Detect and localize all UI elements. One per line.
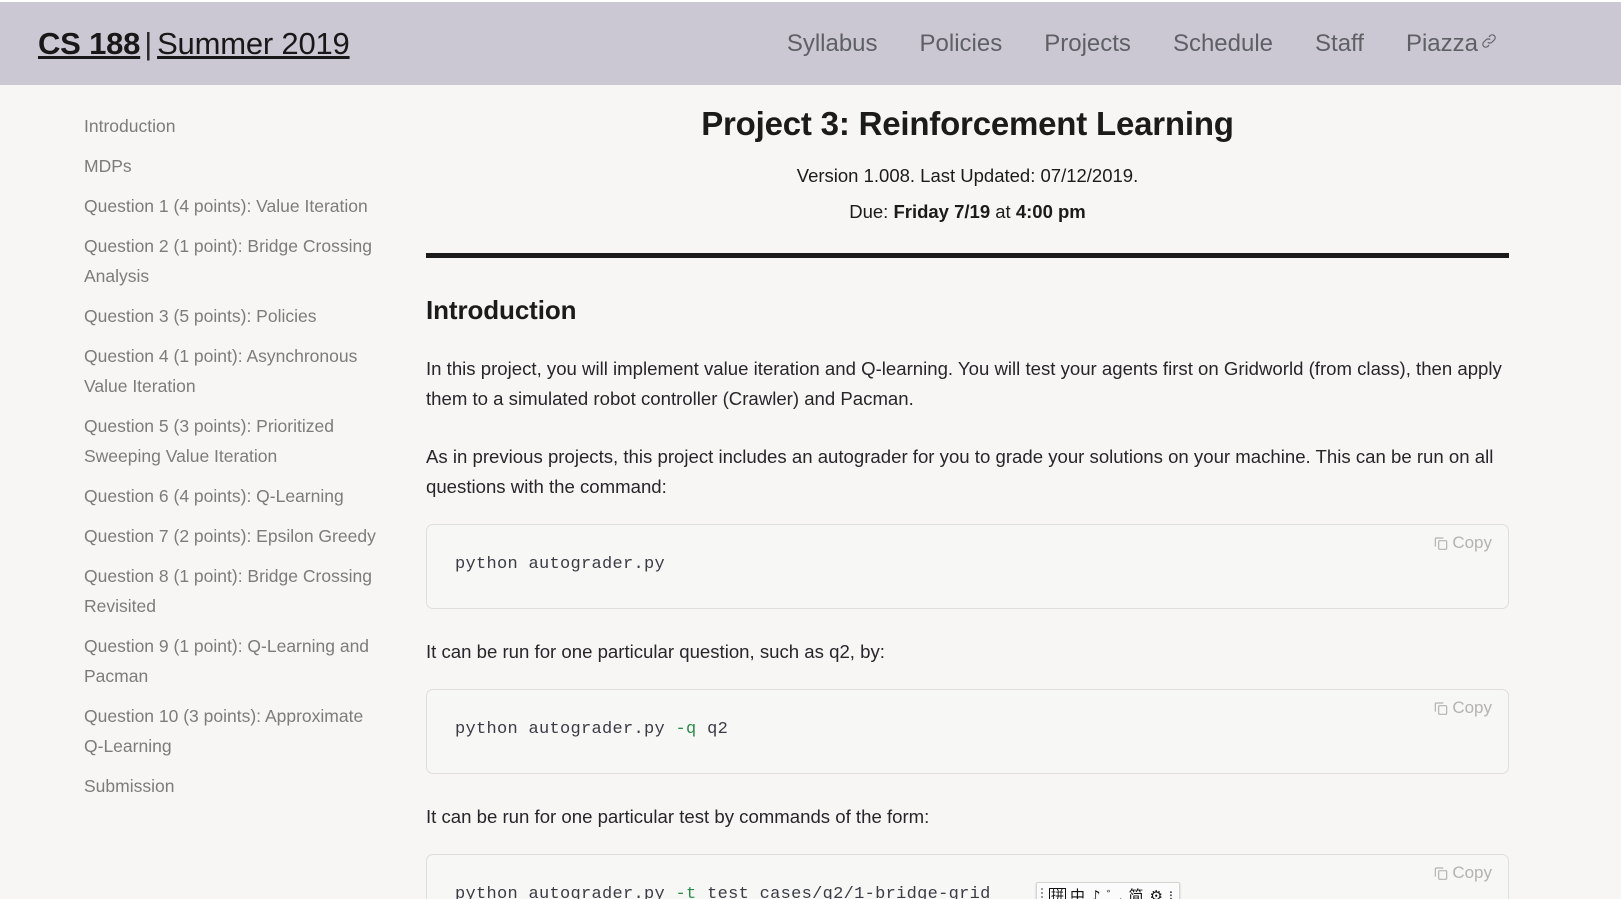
sidebar-table-of-contents: Introduction MDPs Question 1 (4 points):… xyxy=(0,85,418,899)
nav-label-schedule: Schedule xyxy=(1172,29,1274,57)
title-divider xyxy=(426,253,1509,258)
page-title: Project 3: Reinforcement Learning xyxy=(701,105,1234,142)
intro-paragraph-1: In this project, you will implement valu… xyxy=(426,358,1502,409)
ime-note-icon[interactable]: ♪ xyxy=(1089,888,1103,899)
sidebar-item-question-6[interactable]: Question 6 (4 points): Q-Learning xyxy=(84,481,384,511)
site-header: CS 188 | Summer 2019 Syllabus Policies Pro… xyxy=(0,0,1621,85)
sidebar-item-question-4[interactable]: Question 4 (1 point): Asynchronous Value… xyxy=(84,341,384,401)
copy-button-2[interactable]: Copy xyxy=(1431,697,1494,718)
main-navigation: Syllabus Policies Projects Schedule Staf… xyxy=(766,31,1595,56)
sidebar-item-mdps[interactable]: MDPs xyxy=(84,151,384,181)
copy-button-label-1: Copy xyxy=(1452,533,1492,552)
site-brand[interactable]: CS 188 | Summer 2019 xyxy=(38,26,350,62)
copy-button-3[interactable]: Copy xyxy=(1431,862,1494,883)
copy-button-label-2: Copy xyxy=(1452,698,1492,717)
brand-term: Summer 2019 xyxy=(157,25,350,61)
sidebar-item-question-1[interactable]: Question 1 (4 points): Value Iteration xyxy=(84,191,384,221)
sidebar-item-question-8[interactable]: Question 8 (1 point): Bridge Crossing Re… xyxy=(84,561,384,621)
intro-paragraph-3: It can be run for one particular questio… xyxy=(426,641,885,662)
due-line: Due: Friday 7/19 at 4:00 pm xyxy=(426,201,1509,223)
code-prefix-1: python autograder.py xyxy=(455,555,666,574)
nav-label-projects: Projects xyxy=(1044,29,1131,57)
due-time: 4:00 pm xyxy=(1015,201,1086,222)
copy-button-1[interactable]: Copy xyxy=(1431,532,1494,553)
ime-chinese-mode-button[interactable]: 中 xyxy=(1068,888,1087,899)
sidebar-item-submission[interactable]: Submission xyxy=(84,771,384,801)
code-flag-2: -q xyxy=(675,720,697,739)
main-content: Project 3: Reinforcement Learning Versio… xyxy=(418,85,1621,899)
section-heading-introduction: Introduction xyxy=(426,295,577,325)
page-body: Introduction MDPs Question 1 (4 points):… xyxy=(0,85,1621,899)
sidebar-item-question-9[interactable]: Question 9 (1 point): Q-Learning and Pac… xyxy=(84,631,384,691)
code-text-3: python autograder.py -t test_cases/q2/1-… xyxy=(455,885,1484,899)
ime-settings-gear-icon[interactable]: ⚙ xyxy=(1147,888,1164,899)
nav-label-syllabus: Syllabus xyxy=(786,29,878,57)
code-text-2: python autograder.py -q q2 xyxy=(455,720,1484,739)
code-suffix-2: q2 xyxy=(696,720,729,739)
brand-separator: | xyxy=(144,25,153,61)
nav-item-syllabus[interactable]: Syllabus xyxy=(766,29,899,57)
code-prefix-2: python autograder.py xyxy=(455,720,676,739)
nav-label-policies: Policies xyxy=(919,29,1003,57)
nav-item-staff[interactable]: Staff xyxy=(1294,29,1385,57)
sidebar-item-question-2[interactable]: Question 2 (1 point): Bridge Crossing An… xyxy=(84,231,384,291)
ime-simplified-button[interactable]: 简 xyxy=(1126,888,1145,899)
ime-drag-handle[interactable] xyxy=(1040,887,1044,899)
due-middle: at xyxy=(995,201,1011,222)
sidebar-item-introduction[interactable]: Introduction xyxy=(84,111,384,141)
ime-more-menu-icon[interactable]: ⁝ xyxy=(1167,889,1174,899)
copy-icon xyxy=(1433,535,1449,551)
code-flag-3: -t xyxy=(675,885,697,899)
intro-paragraph-4: It can be run for one particular test by… xyxy=(426,806,930,827)
nav-item-policies[interactable]: Policies xyxy=(899,29,1024,57)
copy-button-label-3: Copy xyxy=(1452,863,1492,882)
ime-floating-toolbar[interactable]: 拼 中 ♪ ゛, 简 ⚙ ⁝ xyxy=(1036,882,1181,899)
code-block-autograder-all: Copy python autograder.py xyxy=(426,524,1509,609)
brand-course-code: CS 188 xyxy=(38,25,141,61)
nav-item-projects[interactable]: Projects xyxy=(1023,29,1152,57)
due-date: Friday 7/19 xyxy=(893,201,991,222)
due-prefix: Due: xyxy=(849,201,889,222)
sidebar-item-question-5[interactable]: Question 5 (3 points): Prioritized Sweep… xyxy=(84,411,384,471)
code-block-autograder-question: Copy python autograder.py -q q2 xyxy=(426,689,1509,774)
code-prefix-3: python autograder.py xyxy=(455,885,676,899)
sidebar-item-question-10[interactable]: Question 10 (3 points): Approximate Q-Le… xyxy=(84,701,384,761)
copy-icon xyxy=(1433,700,1449,716)
sidebar-item-question-3[interactable]: Question 3 (5 points): Policies xyxy=(84,301,384,331)
intro-paragraph-2: As in previous projects, this project in… xyxy=(426,446,1494,497)
code-block-autograder-test: Copy python autograder.py -t test_cases/… xyxy=(426,854,1509,899)
nav-label-piazza: Piazza xyxy=(1405,29,1478,57)
sidebar-item-question-7[interactable]: Question 7 (2 points): Epsilon Greedy xyxy=(84,521,384,551)
code-suffix-3: test_cases/q2/1-bridge-grid xyxy=(696,885,991,899)
copy-icon xyxy=(1433,865,1449,881)
ime-pinyin-mode-button[interactable]: 拼 xyxy=(1049,887,1067,899)
version-line: Version 1.008. Last Updated: 07/12/2019. xyxy=(796,165,1139,186)
ime-punctuation-button[interactable]: ゛, xyxy=(1105,889,1125,899)
nav-item-piazza[interactable]: Piazza xyxy=(1385,31,1499,56)
code-text-1: python autograder.py xyxy=(455,555,1484,574)
external-link-icon xyxy=(1479,31,1499,56)
nav-label-staff: Staff xyxy=(1315,29,1364,57)
nav-item-schedule[interactable]: Schedule xyxy=(1152,29,1294,57)
